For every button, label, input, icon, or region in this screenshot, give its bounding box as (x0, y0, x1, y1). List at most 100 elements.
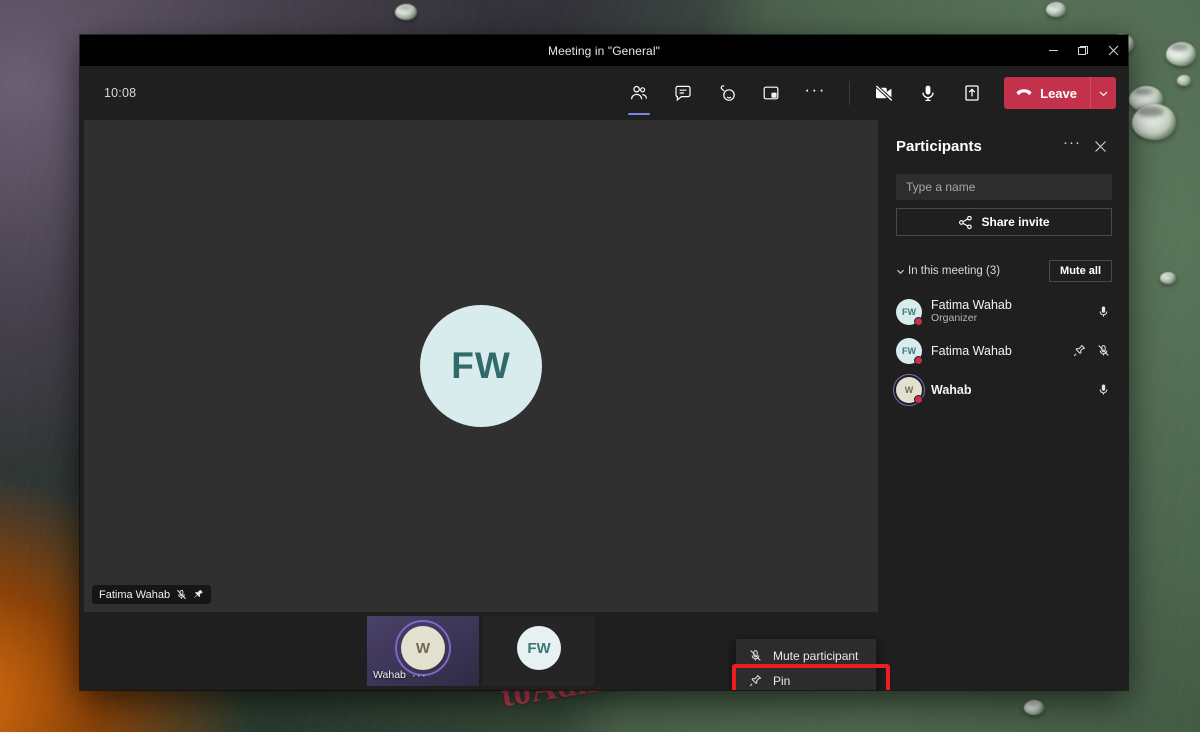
water-droplet (395, 4, 417, 20)
water-droplet (1132, 104, 1176, 140)
context-menu-item-mute-participant[interactable]: Mute participant (736, 643, 876, 668)
show-participants-button[interactable] (622, 76, 656, 110)
chat-icon (673, 83, 693, 103)
main-avatar: FW (420, 305, 542, 427)
main-video-name-badge: Fatima Wahab (92, 585, 211, 604)
mic-off-icon[interactable] (1094, 342, 1112, 360)
participant-row[interactable]: FW Fatima Wahab Organizer (896, 292, 1112, 331)
presence-status-dot (914, 356, 923, 365)
leave-label: Leave (1040, 86, 1077, 101)
share-screen-button[interactable] (955, 76, 989, 110)
participant-actions (1070, 342, 1112, 360)
mic-icon[interactable] (1094, 381, 1112, 399)
people-icon (629, 83, 649, 103)
camera-off-icon (873, 82, 895, 104)
reactions-button[interactable] (710, 76, 744, 110)
water-droplet (1166, 42, 1196, 66)
in-this-meeting-label: In this meeting (3) (908, 265, 1000, 277)
pin-icon[interactable] (1070, 342, 1088, 360)
mute-all-button[interactable]: Mute all (1049, 260, 1112, 282)
tile-name-label: Wahab (373, 669, 406, 681)
window-controls (1038, 35, 1128, 66)
main-video-area[interactable]: FW Fatima Wahab (84, 120, 878, 612)
tile-avatar: W (401, 626, 445, 670)
close-icon[interactable] (1098, 35, 1128, 66)
presence-status-dot (914, 395, 923, 404)
minimize-icon[interactable] (1038, 35, 1068, 66)
participants-panel-title: Participants (896, 138, 982, 155)
toolbar-divider (849, 81, 850, 105)
window-body: FW Fatima Wahab (80, 120, 1128, 690)
share-screen-icon (962, 83, 982, 103)
toggle-camera-button[interactable] (867, 76, 901, 110)
participants-panel: Participants ··· Share invite (880, 120, 1128, 690)
meeting-actions: ··· (617, 76, 1116, 110)
hangup-icon (1015, 84, 1033, 102)
context-menu-item-pin[interactable]: Pin (736, 668, 876, 690)
water-droplet (1046, 2, 1066, 17)
pin-filled-icon (193, 589, 204, 600)
more-actions-button[interactable]: ··· (798, 76, 832, 110)
water-droplet (1160, 272, 1176, 284)
participants-panel-actions: ··· (1060, 134, 1112, 158)
participant-role: Organizer (931, 312, 1012, 325)
tile-avatar: FW (517, 626, 561, 670)
tile-more-actions-icon[interactable]: ··· (412, 669, 427, 681)
panel-close-icon[interactable] (1088, 134, 1112, 158)
meeting-timer: 10:08 (104, 86, 136, 100)
show-chat-button[interactable] (666, 76, 700, 110)
leave-meeting-group: Leave (1004, 77, 1116, 109)
participants-list: FW Fatima Wahab Organizer (896, 292, 1112, 409)
avatar: W (896, 377, 922, 403)
share-invite-label: Share invite (981, 215, 1049, 229)
mic-icon[interactable] (1094, 303, 1112, 321)
mic-off-icon (748, 649, 763, 662)
in-this-meeting-section-header[interactable]: In this meeting (3) Mute all (896, 260, 1112, 282)
breakout-rooms-icon (761, 83, 781, 103)
meeting-toolbar: 10:08 (80, 66, 1128, 120)
participants-panel-header: Participants ··· (896, 134, 1112, 158)
participant-actions (1094, 303, 1112, 321)
participant-search-input[interactable] (896, 174, 1112, 200)
participant-name: Fatima Wahab (931, 298, 1012, 312)
participant-name: Wahab (931, 383, 972, 397)
share-icon (958, 215, 973, 230)
breakout-rooms-button[interactable] (754, 76, 788, 110)
leave-meeting-button[interactable]: Leave (1004, 77, 1090, 109)
participant-row[interactable]: FW Fatima Wahab (896, 331, 1112, 370)
participant-info: Fatima Wahab Organizer (931, 298, 1012, 325)
avatar: FW (896, 338, 922, 364)
participant-context-menu: Mute participant Pin (736, 639, 876, 690)
water-droplet (1177, 75, 1191, 86)
chevron-down-icon (896, 267, 908, 276)
pin-icon (748, 674, 763, 687)
context-menu-label: Pin (773, 674, 790, 688)
presence-status-dot (914, 317, 923, 326)
water-droplet (1024, 700, 1044, 715)
mic-off-icon (176, 589, 187, 600)
panel-more-options-icon[interactable]: ··· (1060, 134, 1084, 158)
reactions-icon (717, 83, 737, 103)
main-video-name-label: Fatima Wahab (99, 589, 170, 601)
participant-name: Fatima Wahab (931, 344, 1012, 358)
avatar: FW (896, 299, 922, 325)
maximize-icon[interactable] (1068, 35, 1098, 66)
window-title: Meeting in "General" (80, 44, 1128, 58)
video-tile-second[interactable]: FW (483, 616, 595, 686)
chevron-down-icon (1098, 88, 1109, 99)
microphone-icon (918, 83, 938, 103)
window-titlebar: Meeting in "General" (80, 35, 1128, 66)
participant-row[interactable]: W Wahab (896, 370, 1112, 409)
participant-info: Wahab (931, 383, 972, 397)
participant-actions (1094, 381, 1112, 399)
participant-info: Fatima Wahab (931, 344, 1012, 358)
context-menu-label: Mute participant (773, 649, 858, 663)
more-actions-icon: ··· (804, 81, 825, 98)
tile-footer: Wahab ··· (373, 669, 427, 681)
teams-meeting-window: Meeting in "General" 10:08 (80, 35, 1128, 690)
video-tile-wahab[interactable]: W Wahab ··· (367, 616, 479, 686)
toggle-microphone-button[interactable] (911, 76, 945, 110)
share-invite-button[interactable]: Share invite (896, 208, 1112, 236)
leave-options-button[interactable] (1090, 77, 1116, 109)
meeting-stage: FW Fatima Wahab (80, 120, 880, 690)
